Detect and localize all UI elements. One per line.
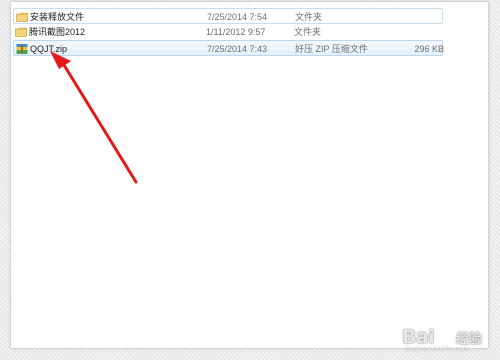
- file-date: 7/25/2014 7:54: [207, 12, 268, 22]
- file-row-screenshot-folder[interactable]: 腾讯截图2012 1/11/2012 9:57 文件夹: [13, 24, 443, 40]
- file-name: 安装释放文件: [30, 12, 85, 22]
- file-row-qqjt-zip[interactable]: QQJT.zip 7/25/2014 7:43 好压 ZIP 压缩文件 296 …: [13, 40, 444, 56]
- folder-icon: [15, 26, 27, 38]
- file-name: 腾讯截图2012: [29, 27, 86, 37]
- file-type: 文件夹: [294, 27, 322, 37]
- zip-archive-icon: [16, 43, 28, 55]
- file-name: QQJT.zip: [30, 44, 68, 54]
- folder-icon: [16, 11, 28, 23]
- explorer-file-pane: 安装释放文件 7/25/2014 7:54 文件夹 腾讯截图2012 1/11/…: [11, 2, 488, 348]
- baidu-jingyan-watermark: Bai 经验 jingyan.baidu.com: [400, 318, 490, 354]
- file-type: 好压 ZIP 压缩文件: [295, 44, 368, 54]
- watermark-url: jingyan.baidu.com: [405, 345, 470, 353]
- file-row-install-folder[interactable]: 安装释放文件 7/25/2014 7:54 文件夹: [13, 8, 443, 24]
- file-list: 安装释放文件 7/25/2014 7:54 文件夹 腾讯截图2012 1/11/…: [13, 8, 444, 56]
- file-date: 1/11/2012 9:57: [206, 27, 266, 37]
- file-date: 7/25/2014 7:43: [207, 44, 268, 54]
- screenshot-frame: 安装释放文件 7/25/2014 7:54 文件夹 腾讯截图2012 1/11/…: [0, 0, 500, 360]
- file-type: 文件夹: [295, 12, 323, 22]
- file-size: 296 KB: [414, 44, 444, 54]
